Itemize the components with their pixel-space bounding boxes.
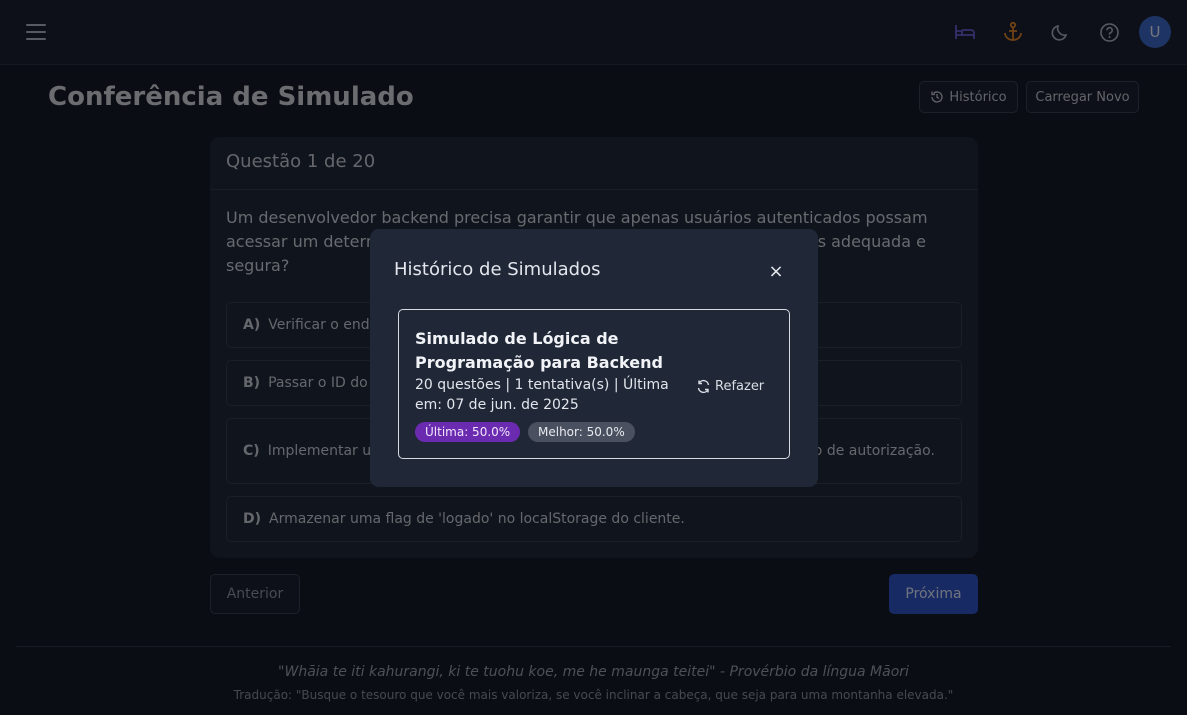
redo-label: Refazer (715, 378, 765, 394)
entry-title: Simulado de Lógica de Programação para B… (415, 329, 663, 372)
history-entry: Simulado de Lógica de Programação para B… (398, 309, 790, 459)
redo-button[interactable]: Refazer (696, 376, 764, 396)
last-score-badge: Última: 50.0% (415, 422, 521, 442)
modal-title: Histórico de Simulados (394, 259, 601, 280)
best-score-badge: Melhor: 50.0% (528, 422, 635, 442)
history-modal: Histórico de Simulados × Simulado de Lóg… (370, 229, 818, 487)
refresh-icon (697, 379, 710, 393)
entry-meta: 20 questões | 1 tentativa(s) | Última em… (415, 377, 669, 413)
close-icon[interactable]: × (762, 259, 790, 283)
